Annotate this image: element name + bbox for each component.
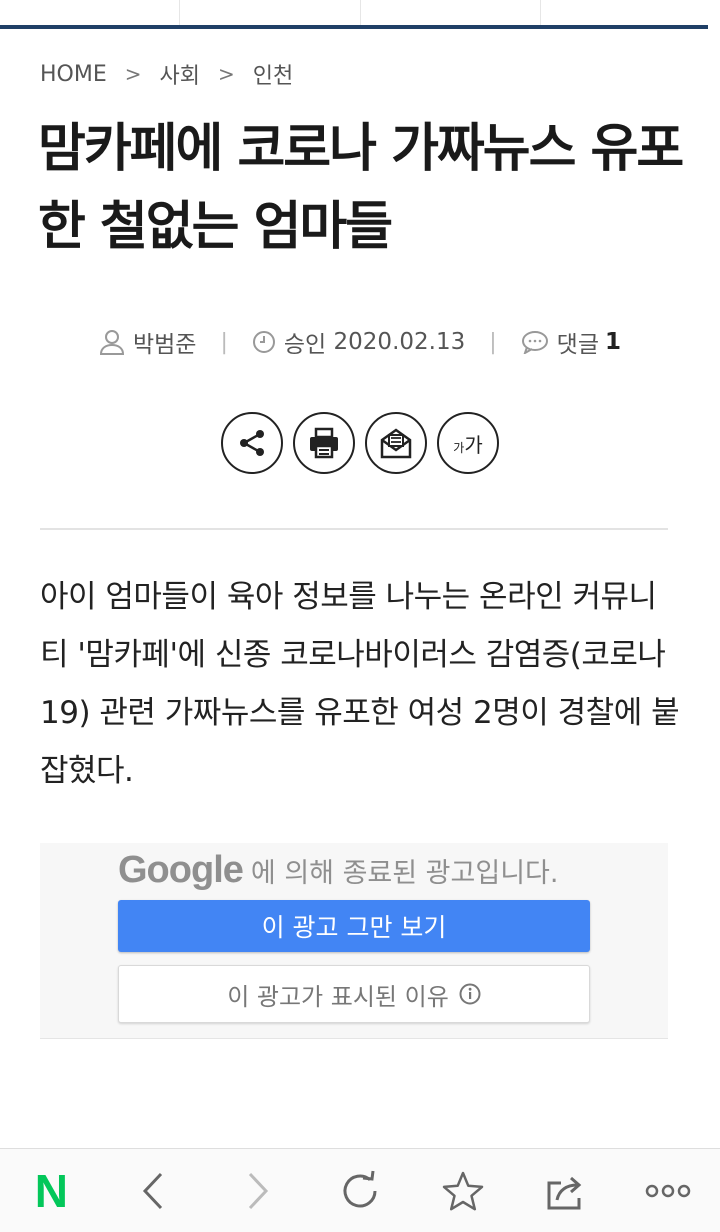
font-size-label: 가가: [453, 432, 483, 457]
person-icon: [99, 330, 124, 355]
clock-icon: [252, 331, 275, 353]
comments-label: 댓글: [556, 332, 599, 358]
meta-divider: |: [489, 329, 497, 355]
breadcrumb-separator: >: [124, 62, 142, 86]
back-button[interactable]: [124, 1161, 184, 1221]
ad-closed-panel: Google 에 의해 종료된 광고입니다. 이 광고 그만 보기 이 광고가 …: [40, 843, 668, 1039]
share-out-icon: [547, 1176, 581, 1209]
email-icon: [380, 428, 412, 459]
font-size-button[interactable]: 가가: [437, 412, 499, 474]
breadcrumb-category[interactable]: 사회: [160, 58, 200, 90]
breadcrumb-home[interactable]: HOME: [40, 62, 107, 87]
share-page-button[interactable]: [536, 1161, 596, 1221]
star-icon: [442, 1171, 484, 1210]
ad-closed-text: 에 의해 종료된 광고입니다.: [250, 858, 559, 889]
print-button[interactable]: [293, 412, 355, 474]
refresh-button[interactable]: [330, 1161, 390, 1221]
divider: [40, 528, 668, 530]
top-nav-tab[interactable]: [541, 0, 720, 26]
why-ad-button[interactable]: 이 광고가 표시된 이유: [118, 965, 590, 1023]
ad-header: Google 에 의해 종료된 광고입니다.: [118, 849, 558, 892]
share-button[interactable]: [221, 412, 283, 474]
email-button[interactable]: [365, 412, 427, 474]
naver-home-button[interactable]: N: [21, 1161, 81, 1221]
date-text: 2020.02.13: [333, 329, 466, 355]
article-lead: 아이 엄마들이 육아 정보를 나누는 온라인 커뮤니티 '맘카페'에 신종 코로…: [40, 579, 680, 789]
author: 박범준: [99, 325, 196, 359]
browser-bottom-bar: N: [0, 1148, 720, 1232]
info-icon: [459, 983, 481, 1005]
breadcrumb: HOME > 사회 > 인천: [40, 56, 293, 92]
chevron-left-icon: [143, 1172, 163, 1209]
share-icon: [240, 430, 264, 456]
more-menu-button[interactable]: [638, 1161, 698, 1221]
naver-logo: N: [34, 1164, 69, 1217]
bookmark-button[interactable]: [433, 1161, 493, 1221]
breadcrumb-separator: >: [218, 62, 235, 86]
author-name: 박범준: [132, 332, 197, 358]
comments-count: 1: [604, 329, 621, 355]
speech-bubble-icon: [521, 331, 548, 354]
print-icon: [310, 427, 338, 459]
article-headline: 맘카페에 코로나 가짜뉴스 유포한 철없는 엄마들: [38, 119, 684, 257]
why-ad-label: 이 광고가 표시된 이유: [227, 982, 449, 1011]
meta-divider: |: [220, 329, 228, 355]
header-rule: [0, 25, 708, 29]
google-logo: Google: [118, 849, 244, 891]
stop-ad-button[interactable]: 이 광고 그만 보기: [118, 900, 590, 952]
approved-label: 승인: [283, 332, 327, 358]
more-dots-icon: [646, 1184, 691, 1197]
top-nav-tabs: [0, 0, 720, 26]
top-nav-tab[interactable]: [0, 0, 181, 26]
article-tools: 가가: [0, 412, 720, 476]
forward-button[interactable]: [227, 1161, 287, 1221]
top-nav-tab[interactable]: [361, 0, 541, 26]
breadcrumb-subcategory[interactable]: 인천: [253, 58, 293, 90]
refresh-icon: [343, 1170, 377, 1207]
approved-date: 승인 2020.02.13: [252, 325, 465, 359]
top-nav-tab[interactable]: [180, 0, 361, 26]
chevron-right-icon: [249, 1172, 269, 1209]
comments-link[interactable]: 댓글 1: [521, 325, 621, 359]
article-meta: 박범준 | 승인 2020.02.13 | 댓글 1: [0, 320, 720, 364]
